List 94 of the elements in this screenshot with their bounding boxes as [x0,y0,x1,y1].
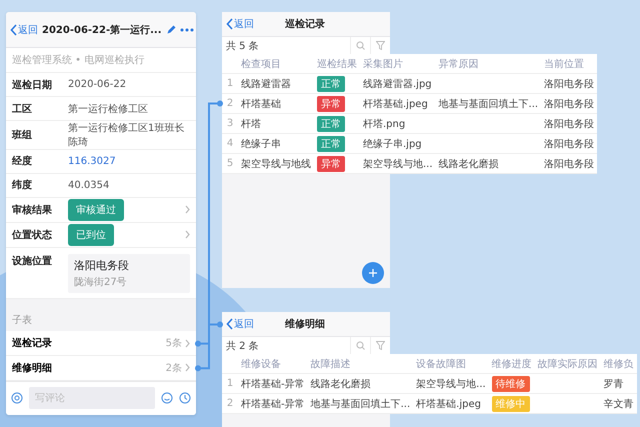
status-tag[interactable]: 审核通过 [68,198,124,221]
field-value: 2020-06-22 [68,79,128,90]
column-header: 故障实际原因 [534,354,601,374]
column-header: 故障描述 [308,354,414,374]
chevron-right-icon [185,230,190,240]
field-value[interactable]: 116.3027 [68,156,190,167]
field-label: 纬度 [12,178,33,192]
row-number: 1 [222,374,238,394]
column-header: 检查项目 [238,54,314,74]
field-label: 审核结果 [12,203,53,217]
table-cell: 洛阳电务段 [541,94,598,114]
status-tag[interactable]: 已到位 [68,224,114,246]
field-label: 工区 [12,102,33,116]
status-badge: 异常 [317,96,345,112]
filter-icon [376,41,385,50]
subtable-name[interactable]: 巡检记录 [12,336,166,350]
page-title: 2020-06-22-第一运行... [42,24,162,37]
field-value: 第一运行检修工区1班班长陈琦 [68,122,186,150]
breadcrumb: 巡检管理系统 • 电网巡检执行 [6,48,196,74]
table-cell: 洛阳电务段 [541,154,598,174]
pencil-icon[interactable] [166,24,176,35]
column-header: 维修负 [600,354,637,374]
row-number: 4 [222,134,238,154]
column-header: 采集图片 [360,54,436,74]
table-cell: 杆塔 [238,114,314,134]
table-cell: 线路避雷器.jpg [360,74,436,94]
more-icon[interactable] [180,28,194,32]
status-badge: 待维修 [492,376,530,392]
field-value: 第一运行检修工区 [68,102,149,116]
record-count: 共 2 条 [226,340,260,352]
status-badge: 异常 [317,156,345,172]
location-address: 陇海街27号 [74,276,128,289]
table-cell: 架空导线与地... [413,374,489,394]
field-label: 巡检日期 [12,78,53,92]
plus-icon [368,268,378,278]
chevron-left-icon [10,24,17,36]
column-header: 巡检结果 [314,54,360,74]
panel-title: 巡检记录 [284,18,326,31]
table-cell: 洛阳电务段 [541,134,598,154]
table-cell: 绝缘子串.jpg [360,134,436,154]
subtable-row[interactable]: 维修明细 2条 [6,356,196,381]
section-label: 子表 [11,314,33,328]
row-number: 1 [222,74,238,94]
back-button[interactable]: 返回 [226,17,254,31]
table-cell: 线路老化磨损 [308,374,414,394]
field-label: 位置状态 [12,228,53,242]
add-button[interactable] [362,262,384,284]
back-button[interactable]: 返回 [226,317,254,331]
smiley-icon[interactable] [161,392,173,404]
field-value: 40.0354 [68,180,110,191]
chevron-right-icon [185,205,190,214]
table-cell: 线路老化磨损 [436,154,542,174]
field-label: 经度 [12,154,33,168]
record-count: 共 5 条 [226,40,260,52]
field-label: 设施位置 [12,254,53,268]
at-icon[interactable] [11,392,23,404]
search-icon [356,341,365,350]
column-header: 设备故障图 [413,354,489,374]
table-cell: 杆塔.png [360,114,436,134]
chevron-right-icon [185,363,190,372]
record-count: 5条 [166,337,182,350]
field-label: 班组 [12,128,33,142]
status-badge: 正常 [317,116,345,132]
table-cell: 绝缘子串 [238,134,314,154]
table-cell: 杆塔基础.jpeg [360,94,436,114]
subtable-name[interactable]: 维修明细 [12,360,166,375]
status-badge: 正常 [317,76,345,92]
location-name: 洛阳电务段 [74,258,130,273]
table-cell: 洛阳电务段 [541,114,598,134]
row-number: 3 [222,114,238,134]
table-cell: 杆塔基础 [238,94,314,114]
column-header: 维修进度 [488,354,535,374]
clock-icon[interactable] [179,392,191,404]
status-badge: 正常 [317,136,345,152]
table-cell: 杆塔基础.jpeg [413,394,489,414]
table-cell: 罗青 [600,374,637,394]
panel-title: 维修明细 [284,317,326,331]
chevron-left-icon [226,318,233,330]
table-cell: 辛文青 [600,394,637,414]
status-badge: 维修中 [492,396,530,412]
column-header: 异常原因 [436,54,542,74]
table-cell: 洛阳电务段 [541,74,598,94]
table-cell: 杆塔基础-异常 [238,374,308,394]
table-cell: 线路避雷器 [238,74,314,94]
subtable-row[interactable]: 巡检记录 5条 [6,331,196,356]
chevron-right-icon [185,338,190,348]
back-button[interactable]: 返回 [10,22,38,37]
column-header: 当前位置 [541,54,598,74]
filter-icon [376,341,385,350]
chevron-left-icon [226,18,233,30]
search-icon [356,41,365,50]
column-header: 维修设备 [238,354,308,374]
table-cell: 地基与基面回填土下... [436,94,542,114]
record-count: 2条 [166,362,182,375]
